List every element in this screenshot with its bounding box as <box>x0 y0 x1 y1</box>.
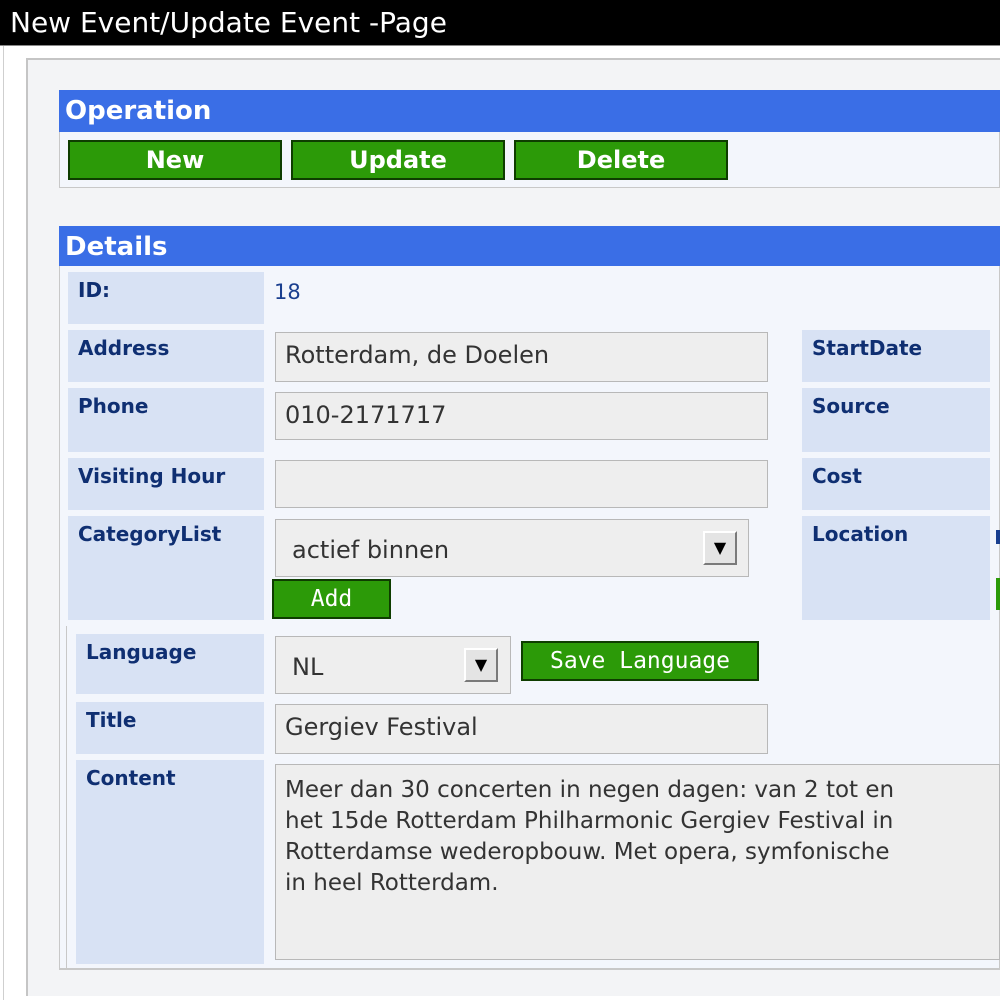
content-line: Meer dan 30 concerten in negen dagen: va… <box>285 777 895 803</box>
language-selected: NL <box>292 653 324 681</box>
category-list-label: CategoryList <box>68 516 264 620</box>
language-label: Language <box>76 634 264 694</box>
content-label: Content <box>76 760 264 964</box>
content-textarea[interactable]: Meer dan 30 concerten in negen dagen: va… <box>275 764 1000 960</box>
address-label: Address <box>68 330 264 382</box>
details-header: Details <box>59 226 1000 268</box>
address-field[interactable]: Rotterdam, de Doelen <box>275 332 768 382</box>
add-category-button[interactable]: Add <box>272 579 391 619</box>
content-line: Rotterdamse wederopbouw. Met opera, symf… <box>285 839 890 865</box>
title-label: Title <box>76 702 264 754</box>
chevron-down-icon[interactable]: ▼ <box>703 531 737 565</box>
category-list-selected: actief binnen <box>292 536 450 564</box>
location-button-fragment[interactable] <box>996 578 1000 610</box>
id-label: ID: <box>68 272 264 324</box>
id-value: 18 <box>274 280 301 304</box>
phone-label: Phone <box>68 388 264 452</box>
source-label: Source <box>802 388 990 452</box>
title-field[interactable]: Gergiev Festival <box>275 704 768 754</box>
window-title: New Event/Update Event -Page <box>0 0 1000 46</box>
phone-field[interactable]: 010-2171717 <box>275 392 768 440</box>
operation-header: Operation <box>59 90 1000 132</box>
cost-label: Cost <box>802 458 990 510</box>
chevron-down-icon[interactable]: ▼ <box>464 648 498 682</box>
visiting-hour-label: Visiting Hour <box>68 458 264 510</box>
visiting-hour-field[interactable] <box>275 460 768 508</box>
update-button[interactable]: Update <box>291 140 505 180</box>
content-line: in heel Rotterdam. <box>285 870 499 896</box>
save-language-button[interactable]: Save Language <box>521 641 759 681</box>
start-date-label: StartDate <box>802 330 990 382</box>
details-bottom-border <box>60 968 1000 970</box>
delete-button[interactable]: Delete <box>514 140 728 180</box>
location-link-fragment[interactable] <box>996 530 1000 544</box>
category-list-select[interactable]: actief binnen ▼ <box>275 519 749 577</box>
location-label: Location <box>802 516 990 620</box>
new-button[interactable]: New <box>68 140 282 180</box>
content-line: het 15de Rotterdam Philharmonic Gergiev … <box>285 808 894 834</box>
language-select[interactable]: NL ▼ <box>275 636 511 694</box>
